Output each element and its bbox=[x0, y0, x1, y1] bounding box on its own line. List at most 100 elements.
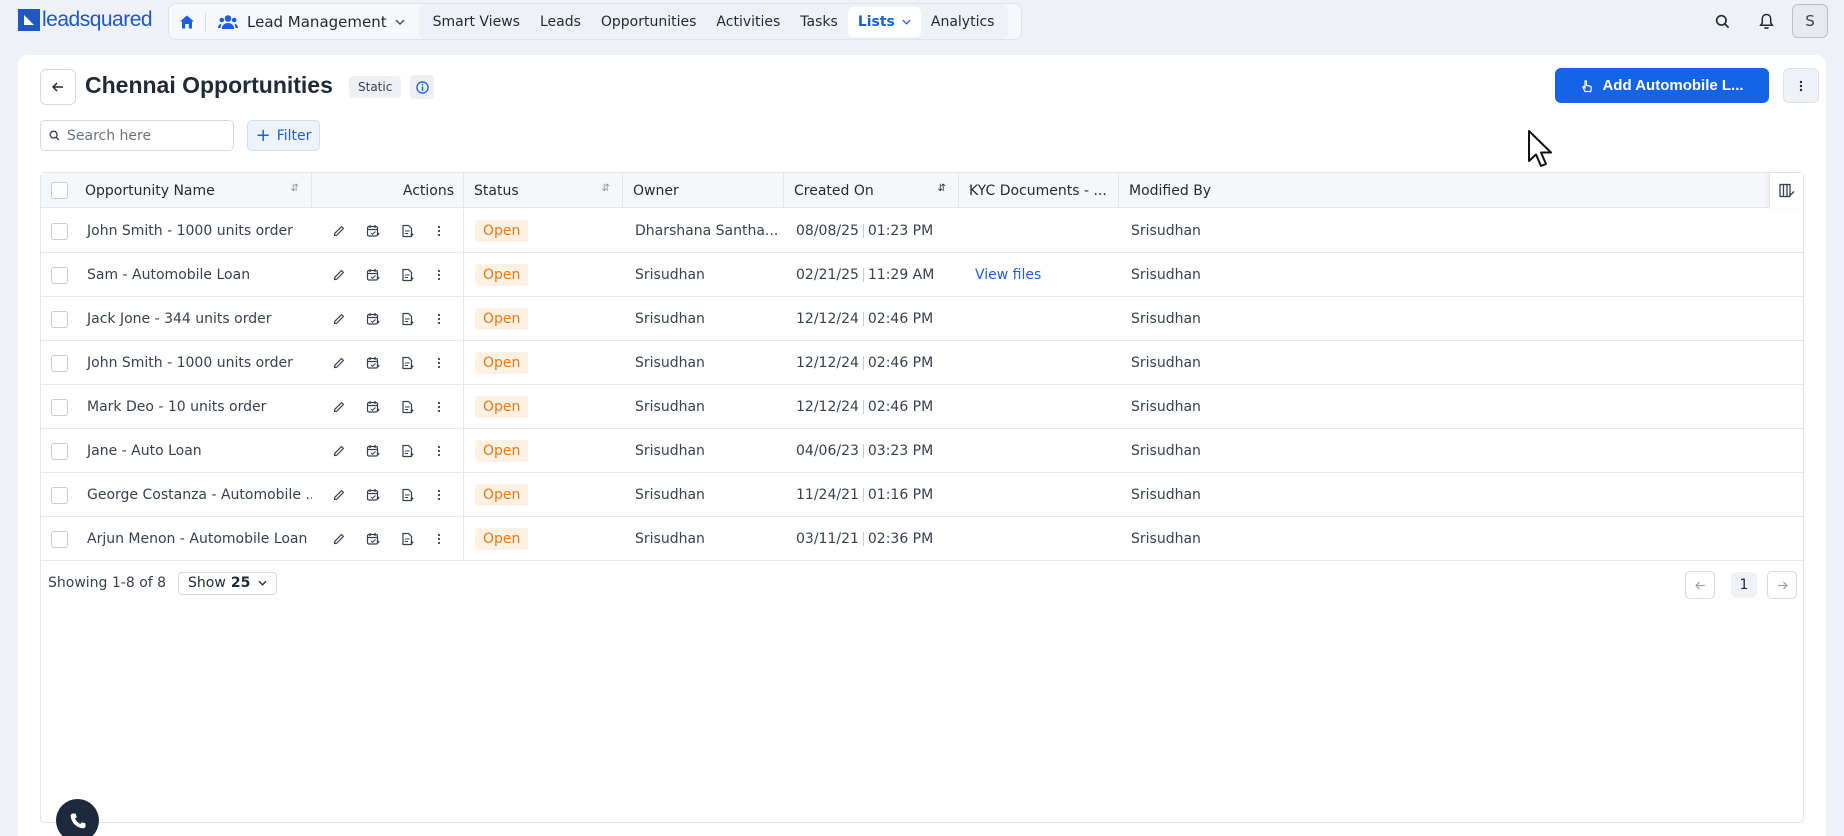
table-row[interactable]: Mark Deo - 10 units order Open Srisudhan 12… bbox=[41, 385, 1803, 429]
add-activity-icon[interactable] bbox=[356, 532, 390, 546]
add-task-icon[interactable] bbox=[390, 224, 424, 238]
notifications-button[interactable] bbox=[1748, 4, 1784, 38]
row-checkbox[interactable] bbox=[50, 310, 68, 328]
module-switcher[interactable]: Lead Management bbox=[206, 4, 417, 39]
users-icon bbox=[218, 14, 238, 30]
global-search-button[interactable] bbox=[1704, 4, 1740, 38]
column-settings-button[interactable] bbox=[1769, 173, 1803, 208]
leadsquared-logo[interactable]: leadsquared bbox=[18, 8, 153, 32]
column-opportunity-name[interactable]: Opportunity Name ⇵ bbox=[77, 173, 312, 208]
add-activity-icon[interactable] bbox=[356, 488, 390, 502]
sort-icon[interactable]: ⇵ bbox=[602, 183, 610, 194]
column-owner[interactable]: Owner bbox=[623, 173, 784, 208]
table-header: Opportunity Name ⇵ Actions Status ⇵ Owner … bbox=[41, 173, 1803, 208]
table-row[interactable]: John Smith - 1000 units order Open Srisudh… bbox=[41, 341, 1803, 385]
select-all-checkbox[interactable] bbox=[50, 182, 68, 199]
opportunity-name[interactable]: John Smith - 1000 units order bbox=[77, 209, 312, 253]
row-checkbox[interactable] bbox=[50, 442, 68, 460]
row-more-icon[interactable] bbox=[425, 225, 454, 237]
opportunity-name[interactable]: Sam - Automobile Loan bbox=[77, 253, 312, 297]
add-activity-icon[interactable] bbox=[356, 356, 390, 370]
column-status[interactable]: Status ⇵ bbox=[464, 173, 623, 208]
tab-opportunities[interactable]: Opportunities bbox=[591, 7, 707, 37]
row-checkbox[interactable] bbox=[50, 354, 68, 372]
tab-tasks[interactable]: Tasks bbox=[790, 7, 848, 37]
tab-analytics[interactable]: Analytics bbox=[921, 7, 1005, 37]
row-checkbox[interactable] bbox=[50, 486, 68, 504]
back-button[interactable] bbox=[40, 69, 76, 105]
row-more-icon[interactable] bbox=[425, 445, 454, 457]
search-input[interactable] bbox=[67, 127, 217, 144]
edit-icon[interactable] bbox=[322, 225, 356, 237]
table-row[interactable]: George Costanza - Automobile ... Open Sris… bbox=[41, 473, 1803, 517]
table-row[interactable]: Jack Jone - 344 units order Open Srisudhan… bbox=[41, 297, 1803, 341]
tab-leads[interactable]: Leads bbox=[530, 7, 591, 37]
add-automobile-loan-button[interactable]: Add Automobile L... bbox=[1555, 68, 1769, 103]
next-page-button[interactable] bbox=[1767, 571, 1797, 599]
phone-call-button[interactable] bbox=[56, 799, 99, 836]
view-files-link[interactable]: View files bbox=[975, 267, 1041, 283]
row-more-icon[interactable] bbox=[425, 489, 454, 501]
owner-cell: Srisudhan bbox=[635, 355, 705, 371]
edit-icon[interactable] bbox=[322, 357, 356, 369]
row-checkbox[interactable] bbox=[50, 266, 68, 284]
opportunity-name[interactable]: Jack Jone - 344 units order bbox=[77, 297, 312, 341]
table-row[interactable]: Arjun Menon - Automobile Loan Open Srisudh… bbox=[41, 517, 1803, 561]
edit-icon[interactable] bbox=[322, 445, 356, 457]
opportunity-name[interactable]: Arjun Menon - Automobile Loan bbox=[77, 517, 312, 561]
edit-icon[interactable] bbox=[322, 489, 356, 501]
column-kyc-documents[interactable]: KYC Documents - ... bbox=[959, 173, 1119, 208]
add-task-icon[interactable] bbox=[390, 268, 424, 282]
opportunities-table: Opportunity Name ⇵ Actions Status ⇵ Owner … bbox=[40, 172, 1804, 823]
add-task-icon[interactable] bbox=[390, 488, 424, 502]
row-more-icon[interactable] bbox=[425, 533, 454, 545]
edit-icon[interactable] bbox=[322, 401, 356, 413]
row-checkbox[interactable] bbox=[50, 530, 68, 548]
opportunity-name[interactable]: Jane - Auto Loan bbox=[77, 429, 312, 473]
edit-icon[interactable] bbox=[322, 269, 356, 281]
prev-page-button[interactable] bbox=[1685, 571, 1715, 599]
opportunity-name[interactable]: Mark Deo - 10 units order bbox=[77, 385, 312, 429]
sort-icon[interactable]: ⇵ bbox=[291, 183, 299, 194]
user-avatar[interactable]: S bbox=[1792, 4, 1828, 38]
row-checkbox[interactable] bbox=[50, 222, 68, 240]
opportunity-name[interactable]: George Costanza - Automobile ... bbox=[77, 473, 312, 517]
row-more-icon[interactable] bbox=[425, 313, 454, 325]
edit-icon[interactable] bbox=[322, 533, 356, 545]
modified-by-cell: Srisudhan bbox=[1131, 487, 1201, 503]
arrow-left-icon bbox=[52, 82, 63, 92]
home-button[interactable] bbox=[169, 4, 205, 39]
table-row[interactable]: John Smith - 1000 units order Open Dharsha… bbox=[41, 209, 1803, 253]
filter-button[interactable]: + Filter bbox=[247, 120, 320, 151]
add-activity-icon[interactable] bbox=[356, 268, 390, 282]
info-button[interactable] bbox=[410, 75, 434, 99]
modified-by-cell: Srisudhan bbox=[1131, 355, 1201, 371]
add-task-icon[interactable] bbox=[390, 532, 424, 546]
edit-icon[interactable] bbox=[322, 313, 356, 325]
add-activity-icon[interactable] bbox=[356, 400, 390, 414]
row-more-icon[interactable] bbox=[425, 401, 454, 413]
add-task-icon[interactable] bbox=[390, 444, 424, 458]
more-options-button[interactable] bbox=[1783, 68, 1819, 103]
add-task-icon[interactable] bbox=[390, 356, 424, 370]
tab-lists[interactable]: Lists bbox=[847, 6, 921, 37]
row-more-icon[interactable] bbox=[425, 269, 454, 281]
page-number[interactable]: 1 bbox=[1731, 572, 1757, 598]
add-activity-icon[interactable] bbox=[356, 312, 390, 326]
opportunity-name[interactable]: John Smith - 1000 units order bbox=[77, 341, 312, 385]
add-task-icon[interactable] bbox=[390, 312, 424, 326]
column-created-on[interactable]: Created On ⇵ bbox=[784, 173, 959, 208]
add-activity-icon[interactable] bbox=[356, 444, 390, 458]
table-row[interactable]: Sam - Automobile Loan Open Srisudhan 02/21/… bbox=[41, 253, 1803, 297]
table-row[interactable]: Jane - Auto Loan Open Srisudhan 04/06/23 03:… bbox=[41, 429, 1803, 473]
sort-desc-icon[interactable]: ⇵ bbox=[938, 183, 946, 194]
add-activity-icon[interactable] bbox=[356, 224, 390, 238]
created-date: 12/12/24 bbox=[796, 355, 859, 371]
row-checkbox[interactable] bbox=[50, 398, 68, 416]
column-modified-by[interactable]: Modified By bbox=[1119, 173, 1803, 208]
tab-smart-views[interactable]: Smart Views bbox=[423, 7, 530, 37]
add-task-icon[interactable] bbox=[390, 400, 424, 414]
row-more-icon[interactable] bbox=[425, 357, 454, 369]
tab-activities[interactable]: Activities bbox=[706, 7, 790, 37]
page-size-select[interactable]: Show 25 bbox=[178, 571, 278, 595]
